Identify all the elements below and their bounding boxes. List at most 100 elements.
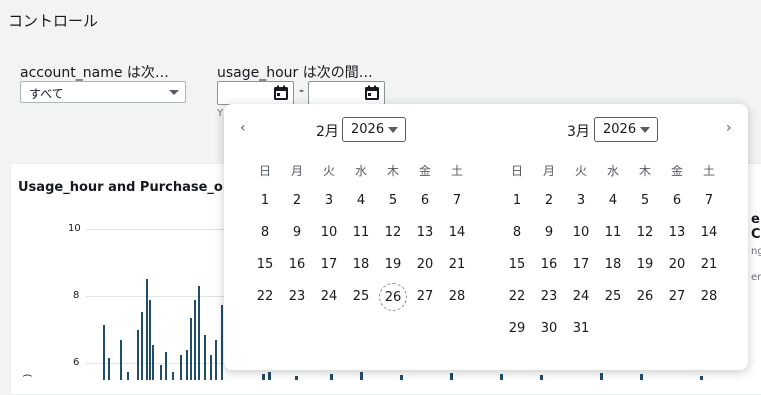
calendar-day[interactable]: 9	[535, 219, 563, 247]
calendar-day[interactable]: 21	[695, 251, 723, 279]
bar	[330, 374, 333, 380]
bar	[172, 372, 174, 380]
calendar-day[interactable]: 16	[283, 251, 311, 279]
calendar-day[interactable]: 17	[315, 251, 343, 279]
calendar-day[interactable]: 8	[503, 219, 531, 247]
month-label: 2月	[316, 124, 339, 140]
bar	[540, 375, 543, 380]
calendar-day[interactable]: 21	[443, 251, 471, 279]
calendar-day[interactable]: 26	[631, 283, 659, 311]
bar	[108, 358, 110, 380]
calendar-day[interactable]: 17	[567, 251, 595, 279]
year-select[interactable]: 2026	[594, 117, 658, 142]
calendar-day[interactable]: 10	[567, 219, 595, 247]
bar	[103, 325, 105, 380]
bar	[700, 376, 703, 380]
calendar-day[interactable]: 24	[567, 283, 595, 311]
bar	[194, 300, 196, 380]
calendar-day[interactable]: 25	[599, 283, 627, 311]
calendar-day[interactable]: 1	[251, 187, 279, 215]
bar	[360, 372, 363, 380]
calendar-day[interactable]: 5	[379, 187, 407, 215]
bar	[210, 355, 212, 380]
calendar-day[interactable]: 11	[599, 219, 627, 247]
calendar-day[interactable]: 25	[347, 283, 375, 311]
calendar-day[interactable]: 27	[663, 283, 691, 311]
calendar-day[interactable]: 27	[411, 283, 439, 311]
year-select-value: 2026	[603, 122, 637, 137]
calendar-day[interactable]: 2	[283, 187, 311, 215]
calendar-day[interactable]: 3	[567, 187, 595, 215]
bar	[268, 372, 271, 380]
calendar-day[interactable]: 5	[631, 187, 659, 215]
bar	[160, 365, 162, 380]
calendar-day[interactable]: 6	[411, 187, 439, 215]
calendar-day[interactable]: 23	[283, 283, 311, 311]
calendar-day[interactable]: 15	[251, 251, 279, 279]
weekday-header: 土	[450, 164, 463, 178]
bar	[450, 373, 453, 380]
bar	[262, 374, 265, 380]
weekday-header: 水	[354, 164, 367, 178]
calendar-day[interactable]: 16	[535, 251, 563, 279]
bar	[149, 300, 151, 380]
month-label: 3月	[567, 124, 590, 140]
calendar-day[interactable]: 6	[663, 187, 691, 215]
calendar-day[interactable]: 15	[503, 251, 531, 279]
calendar-day[interactable]: 13	[663, 219, 691, 247]
calendar-day[interactable]: 14	[443, 219, 471, 247]
bar	[600, 373, 603, 380]
weekday-header: 木	[386, 164, 399, 178]
weekday-header: 日	[258, 164, 271, 178]
calendar-day[interactable]: 19	[631, 251, 659, 279]
bar	[190, 318, 192, 380]
weekday-header: 月	[542, 164, 555, 178]
calendar-day[interactable]: 9	[283, 219, 311, 247]
weekday-header: 火	[322, 164, 335, 178]
chevron-down-icon	[388, 127, 398, 133]
weekday-header: 日	[510, 164, 523, 178]
bar	[198, 286, 200, 380]
calendar-day[interactable]: 24	[315, 283, 343, 311]
calendar-day[interactable]: 28	[695, 283, 723, 311]
calendar-day[interactable]: 11	[347, 219, 375, 247]
bar	[165, 352, 167, 380]
calendar-day[interactable]: 30	[535, 315, 563, 343]
calendar-day[interactable]: 14	[695, 219, 723, 247]
calendar-day[interactable]: 13	[411, 219, 439, 247]
weekday-header: 火	[574, 164, 587, 178]
calendar-day[interactable]: 8	[251, 219, 279, 247]
chevron-down-icon	[640, 127, 650, 133]
bar	[137, 330, 139, 380]
calendar-day[interactable]: 18	[347, 251, 375, 279]
calendar-day[interactable]: 31	[567, 315, 595, 343]
calendar-day[interactable]: 12	[379, 219, 407, 247]
calendar-day[interactable]: 7	[443, 187, 471, 215]
calendar-day[interactable]: 1	[503, 187, 531, 215]
calendar-day[interactable]: 12	[631, 219, 659, 247]
calendar-day[interactable]: 22	[503, 283, 531, 311]
calendar-day[interactable]: 19	[379, 251, 407, 279]
calendar-day[interactable]: 4	[347, 187, 375, 215]
calendar-day[interactable]: 28	[443, 283, 471, 311]
prev-month-button[interactable]: ‹	[240, 120, 246, 136]
calendar-day[interactable]: 22	[251, 283, 279, 311]
year-select[interactable]: 2026	[342, 117, 406, 142]
calendar-day[interactable]: 3	[315, 187, 343, 215]
calendar-day[interactable]: 20	[411, 251, 439, 279]
calendar-day[interactable]: 29	[503, 315, 531, 343]
bar	[127, 372, 129, 380]
bar	[295, 376, 298, 380]
bar	[640, 374, 643, 380]
bar	[152, 345, 154, 380]
next-month-button[interactable]: ›	[726, 120, 732, 136]
calendar-day[interactable]: 23	[535, 283, 563, 311]
calendar-day[interactable]: 10	[315, 219, 343, 247]
calendar-day[interactable]: 7	[695, 187, 723, 215]
calendar-day[interactable]: 18	[599, 251, 627, 279]
side-panel-text: ng	[751, 246, 761, 257]
calendar-day-today[interactable]: 26	[379, 283, 407, 311]
calendar-day[interactable]: 4	[599, 187, 627, 215]
calendar-day[interactable]: 20	[663, 251, 691, 279]
calendar-day[interactable]: 2	[535, 187, 563, 215]
